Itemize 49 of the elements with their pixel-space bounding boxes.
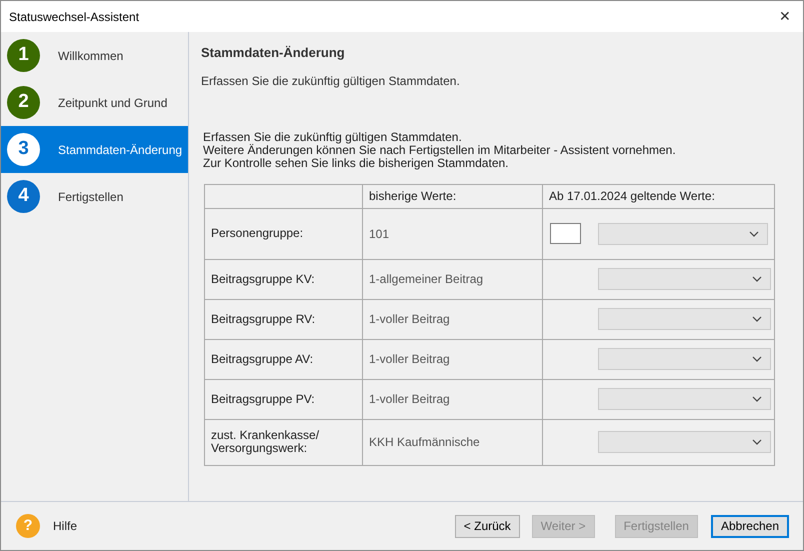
dropdown[interactable]	[598, 268, 771, 290]
chevron-down-icon	[752, 276, 762, 282]
dropdown[interactable]	[598, 348, 771, 370]
wizard-button[interactable]: < Zurück	[454, 514, 520, 538]
step-label: Willkommen	[58, 48, 124, 64]
chevron-down-icon	[749, 230, 759, 236]
dropdown[interactable]	[598, 222, 768, 244]
step-number-badge: 3	[7, 133, 40, 166]
dropdown[interactable]	[598, 431, 771, 453]
wizard-step[interactable]: 1 Willkommen	[1, 32, 188, 79]
row-label: Beitragsgruppe KV:	[211, 272, 315, 286]
step-label: Zeitpunkt und Grund	[58, 94, 168, 112]
previous-value: 1-voller Beitrag	[369, 311, 450, 328]
step-number-badge: 2	[7, 86, 40, 119]
description-line: Erfassen Sie die zukünftig gültigen Stammdaten.	[203, 130, 463, 144]
close-button[interactable]: ✕	[779, 6, 791, 27]
chevron-down-icon	[752, 356, 762, 362]
page-heading: Stammdaten-Änderung	[201, 44, 346, 62]
column-header: bisherige Werte:	[369, 188, 456, 205]
help-label[interactable]: Hilfe	[53, 517, 78, 535]
description-line: Weitere Änderungen können Sie nach Fertigstellen im Mitarbeiter - Assistent vornehmen.	[203, 144, 677, 156]
wizard-step[interactable]: 3 Stammdaten-Änderung	[1, 126, 188, 173]
previous-value: 1-allgemeiner Beitrag	[369, 271, 484, 288]
previous-value: KKH Kaufmännische	[369, 434, 480, 451]
wizard-step[interactable]: 2 Zeitpunkt und Grund	[1, 79, 188, 126]
step-number-badge: 4	[7, 180, 40, 213]
previous-value: 101	[369, 226, 390, 242]
description-line: Zur Kontrolle sehen Sie links die bisherigen Stammdaten.	[203, 156, 510, 170]
dropdown[interactable]	[598, 388, 771, 410]
row-label: Beitragsgruppe PV:	[211, 392, 315, 406]
chevron-down-icon	[752, 316, 762, 322]
wizard-step[interactable]: 4 Fertigstellen	[1, 173, 188, 220]
page-subtitle: Erfassen Sie die zukünftig gültigen Stammdaten.	[201, 72, 461, 90]
column-header: Ab 17.01.2024 geltende Werte:	[549, 188, 715, 205]
step-label: Stammdaten-Änderung	[58, 142, 182, 158]
window-title: Statuswechsel-Assistent	[9, 8, 140, 26]
step-label: Fertigstellen	[58, 188, 124, 206]
previous-value: 1-voller Beitrag	[369, 391, 450, 408]
previous-value: 1-voller Beitrag	[369, 351, 450, 368]
chevron-down-icon	[752, 439, 762, 445]
wizard-button[interactable]: Abbrechen	[710, 514, 789, 538]
chevron-down-icon	[752, 396, 762, 402]
step-number-badge: 1	[7, 39, 40, 72]
row-label: Beitragsgruppe AV:	[211, 352, 314, 366]
dropdown[interactable]	[598, 308, 771, 330]
row-label: Personengruppe:	[211, 227, 304, 240]
row-label: zust. Krankenkasse/ Versorgungswerk:	[211, 429, 320, 455]
input-field[interactable]	[550, 223, 581, 244]
row-label: Beitragsgruppe RV:	[211, 312, 316, 326]
